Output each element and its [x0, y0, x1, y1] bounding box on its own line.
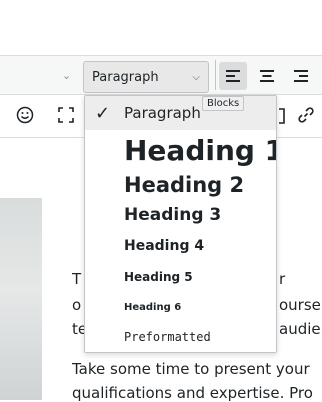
- text-fragment: r: [279, 270, 286, 288]
- dropdown-item-label: Heading 5: [124, 270, 193, 284]
- dropdown-item-heading-4[interactable]: Heading 4: [85, 230, 276, 262]
- align-center-button[interactable]: [253, 62, 281, 90]
- text-fragment: audien: [279, 320, 322, 338]
- text-fragment: T: [72, 270, 82, 288]
- align-right-button[interactable]: [287, 62, 315, 90]
- dropdown-item-heading-2[interactable]: Heading 2: [85, 170, 276, 200]
- paragraph-line: Take some time to present your: [72, 360, 310, 378]
- dropdown-item-label: Heading 3: [124, 205, 222, 225]
- dropdown-item-paragraph[interactable]: ✓ Paragraph: [85, 96, 276, 130]
- dropdown-item-heading-3[interactable]: Heading 3: [85, 200, 276, 230]
- emoji-icon: [16, 106, 34, 124]
- toolbar-divider: [215, 60, 216, 90]
- content-image: [0, 198, 42, 400]
- top-bar: [0, 0, 322, 56]
- chevron-down-icon[interactable]: ⌄: [62, 69, 71, 82]
- align-center-icon: [260, 70, 274, 82]
- block-format-value: Paragraph: [92, 69, 159, 85]
- paragraph-line: qualifications and expertise. Pro: [72, 384, 313, 402]
- bracket-icon: [279, 108, 285, 124]
- dropdown-item-heading-5[interactable]: Heading 5: [85, 262, 276, 292]
- align-left-button[interactable]: [219, 62, 247, 90]
- text-fragment: ourse: [279, 296, 321, 314]
- dropdown-item-label: Preformatted: [124, 330, 211, 344]
- dropdown-item-heading-1[interactable]: Heading 1: [85, 130, 276, 170]
- dropdown-item-heading-6[interactable]: Heading 6: [85, 292, 276, 322]
- dropdown-item-preformatted[interactable]: Preformatted: [85, 322, 276, 352]
- dropdown-item-label: Heading 4: [124, 238, 205, 254]
- link-icon: [298, 107, 314, 123]
- chevron-down-icon: ⌵: [192, 71, 200, 83]
- block-format-select[interactable]: Paragraph ⌵: [83, 61, 209, 93]
- dropdown-item-label: Heading 2: [124, 173, 245, 197]
- block-format-dropdown: ✓ Paragraph Heading 1 Heading 2 Heading …: [84, 95, 277, 353]
- link-button[interactable]: [297, 106, 315, 128]
- toolbar-icon-partial[interactable]: [278, 108, 286, 128]
- emoji-button[interactable]: [16, 106, 34, 128]
- align-left-icon: [226, 70, 240, 82]
- blocks-tooltip: Blocks: [202, 96, 245, 111]
- align-right-icon: [294, 70, 308, 82]
- dropdown-item-label: Heading 6: [124, 301, 182, 313]
- dropdown-item-label: Paragraph: [124, 104, 201, 122]
- checkmark-icon: ✓: [95, 102, 111, 124]
- dropdown-item-label: Heading 1: [124, 133, 277, 167]
- fullscreen-icon: [58, 107, 74, 123]
- fullscreen-button[interactable]: [57, 106, 75, 128]
- text-fragment: o: [72, 296, 82, 314]
